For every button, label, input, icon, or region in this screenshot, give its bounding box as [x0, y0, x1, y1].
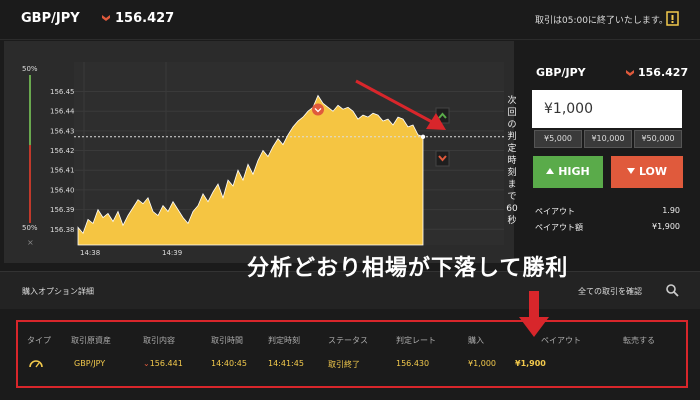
- y-tick-label: 156.43: [50, 127, 75, 135]
- col-judge-rate: 判定レート: [396, 336, 436, 345]
- high-button[interactable]: HIGH: [533, 156, 603, 188]
- option-details-title: 購入オプション詳細: [22, 287, 94, 296]
- annotation-caption: 分析どおり相場が下落して勝利: [247, 256, 569, 281]
- y-tick-label: 156.40: [50, 186, 75, 194]
- x-tick-label: 14:39: [162, 249, 182, 257]
- low-icon: [626, 168, 635, 174]
- col-resell: 転売する: [623, 336, 655, 345]
- cell-content-value: 156.441: [149, 359, 183, 368]
- next-judgement-countdown: 次回の判定時刻まで60秒: [506, 96, 518, 226]
- col-content: 取引内容: [143, 336, 175, 345]
- y-tick-label: 156.38: [50, 226, 75, 234]
- low-button[interactable]: LOW: [611, 156, 683, 188]
- cell-status: 取引終了: [328, 360, 360, 369]
- cell-payout: ¥1,900: [515, 359, 546, 368]
- preset-50000-button[interactable]: ¥50,000: [634, 130, 682, 148]
- col-judge-time: 判定時刻: [268, 336, 300, 345]
- preset-5000-button[interactable]: ¥5,000: [534, 130, 582, 148]
- trade-table: [16, 320, 688, 388]
- gauge-icon: [29, 360, 43, 368]
- current-price-dot: [420, 134, 426, 139]
- order-pair: GBP/JPY: [536, 66, 586, 79]
- high-label: HIGH: [558, 165, 590, 178]
- cell-content-down-icon: ⌄: [143, 359, 150, 368]
- payout-label: ペイアウト: [535, 207, 575, 216]
- annotation-arrow-down: [519, 291, 549, 337]
- cell-judge-rate: 156.430: [396, 359, 430, 368]
- x-tick-label: 14:38: [80, 249, 100, 257]
- low-label: LOW: [638, 165, 668, 178]
- cell-asset: GBP/JPY: [74, 359, 106, 368]
- high-icon: [546, 168, 555, 174]
- y-tick-label: 156.44: [50, 108, 75, 116]
- col-trade-time: 取引時間: [211, 336, 243, 345]
- all-trades-link[interactable]: 全ての取引を確認: [578, 286, 642, 297]
- payout-amount-label: ペイアウト額: [535, 223, 583, 232]
- y-tick-label: 156.42: [50, 147, 75, 155]
- cell-trade-time: 14:40:45: [211, 359, 247, 368]
- y-tick-label: 156.39: [50, 206, 75, 214]
- cell-judge-time: 14:41:45: [268, 359, 304, 368]
- cell-content: ⌄156.441: [143, 359, 183, 368]
- y-tick-label: 156.45: [50, 88, 75, 96]
- annotation-arrow-diagonal: [355, 79, 446, 130]
- payout-value: 1.90: [662, 206, 680, 215]
- col-asset: 取引原資産: [71, 336, 111, 345]
- entry-marker-icon: [312, 103, 324, 116]
- col-status: ステータス: [328, 336, 368, 345]
- col-purchase: 購入: [468, 336, 484, 345]
- cell-purchase: ¥1,000: [468, 359, 496, 368]
- search-icon[interactable]: [665, 283, 679, 297]
- y-tick-label: 156.41: [50, 167, 75, 175]
- order-price-down-icon: [626, 70, 634, 76]
- preset-10000-button[interactable]: ¥10,000: [584, 130, 632, 148]
- order-price: 156.427: [638, 66, 689, 79]
- col-type: タイプ: [27, 336, 51, 345]
- amount-input[interactable]: [532, 90, 682, 128]
- payout-amount-value: ¥1,900: [652, 222, 680, 231]
